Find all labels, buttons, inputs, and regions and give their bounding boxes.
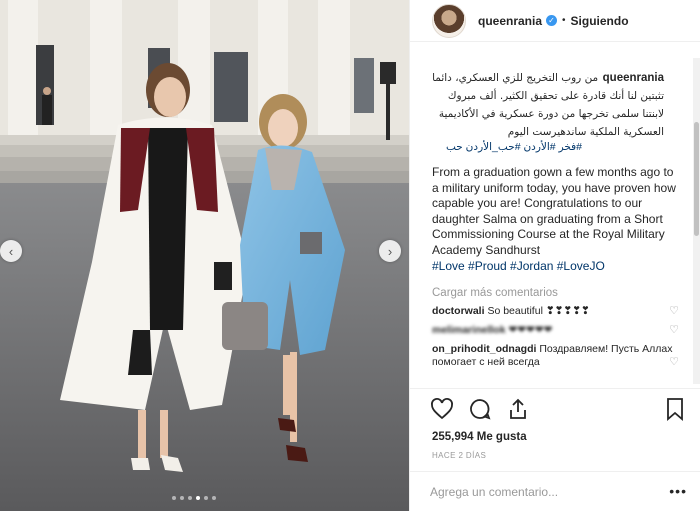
comment-like-icon[interactable]: ♡ (669, 305, 679, 318)
caption-arabic-hashtags[interactable]: #فخر #الأردن #حب_الأردن حب (432, 141, 582, 153)
comments-scrollbar[interactable] (693, 58, 700, 384)
caption-english-text: From a graduation gown a few months ago … (432, 165, 676, 257)
chevron-left-icon: ‹ (8, 243, 14, 259)
comment-icon[interactable] (468, 397, 492, 421)
comment-username[interactable]: melimarinellok (432, 324, 506, 336)
post-actions: 255,994 Me gusta HACE 2 DÍAS ••• (410, 388, 700, 511)
comments-section[interactable]: queenrania من روب التخريج للزي العسكري، … (410, 42, 700, 388)
comment-username[interactable]: on_prihodit_odnagdi (432, 343, 536, 355)
comment-item: doctorwali So beautiful ❣❣❣❣❣ ♡ (432, 305, 679, 318)
next-photo-button[interactable]: › (379, 240, 401, 262)
avatar[interactable] (432, 3, 466, 38)
comment-text: So beautiful ❣❣❣❣❣ (487, 305, 590, 317)
load-more-comments-button[interactable]: Cargar más comentarios (432, 287, 679, 299)
comment-like-icon[interactable]: ♡ (669, 356, 679, 369)
carousel-dot (188, 496, 192, 500)
previous-photo-button[interactable]: ‹ (0, 240, 22, 262)
header-username[interactable]: queenrania (478, 14, 542, 28)
following-button[interactable]: Siguiendo (571, 14, 629, 28)
caption-arabic: queenrania من روب التخريج للزي العسكري، … (432, 68, 664, 140)
post-header: queenrania ✓ • Siguiendo (410, 0, 700, 42)
post-photo[interactable]: ‹ › (0, 0, 409, 511)
carousel-dot (204, 496, 208, 500)
caption-hashtags[interactable]: #Love #Proud #Jordan #LoveJO (432, 259, 679, 273)
comment-composer: ••• (410, 471, 700, 511)
comment-username[interactable]: doctorwali (432, 305, 485, 317)
carousel-dot (180, 496, 184, 500)
scrollbar-thumb[interactable] (694, 122, 699, 236)
action-icons (430, 397, 530, 421)
post-timestamp[interactable]: HACE 2 DÍAS (432, 451, 486, 460)
photo-scene (0, 0, 409, 511)
carousel-dot (212, 496, 216, 500)
comment-item: on_prihodit_odnagdi Поздравляем! Пусть А… (432, 343, 679, 369)
carousel-dot (172, 496, 176, 500)
bookmark-icon[interactable] (663, 397, 687, 421)
separator-dot: • (562, 15, 566, 26)
likes-count[interactable]: 255,994 Me gusta (432, 431, 527, 443)
comment-text: ❤❤❤❤❤ (508, 324, 553, 336)
chevron-right-icon: › (387, 243, 393, 259)
carousel-indicator (172, 496, 216, 500)
verified-icon: ✓ (546, 15, 558, 26)
share-icon[interactable] (506, 397, 530, 421)
heart-icon[interactable] (430, 397, 454, 421)
comment-item: melimarinellok ❤❤❤❤❤ ♡ (432, 324, 679, 337)
comment-like-icon[interactable]: ♡ (669, 324, 679, 337)
comment-input[interactable] (430, 482, 650, 502)
caption-username[interactable]: queenrania (603, 72, 664, 84)
carousel-dot (196, 496, 200, 500)
more-options-button[interactable]: ••• (669, 483, 687, 499)
post-sidebar: queenrania ✓ • Siguiendo queenrania من ر… (409, 0, 700, 511)
